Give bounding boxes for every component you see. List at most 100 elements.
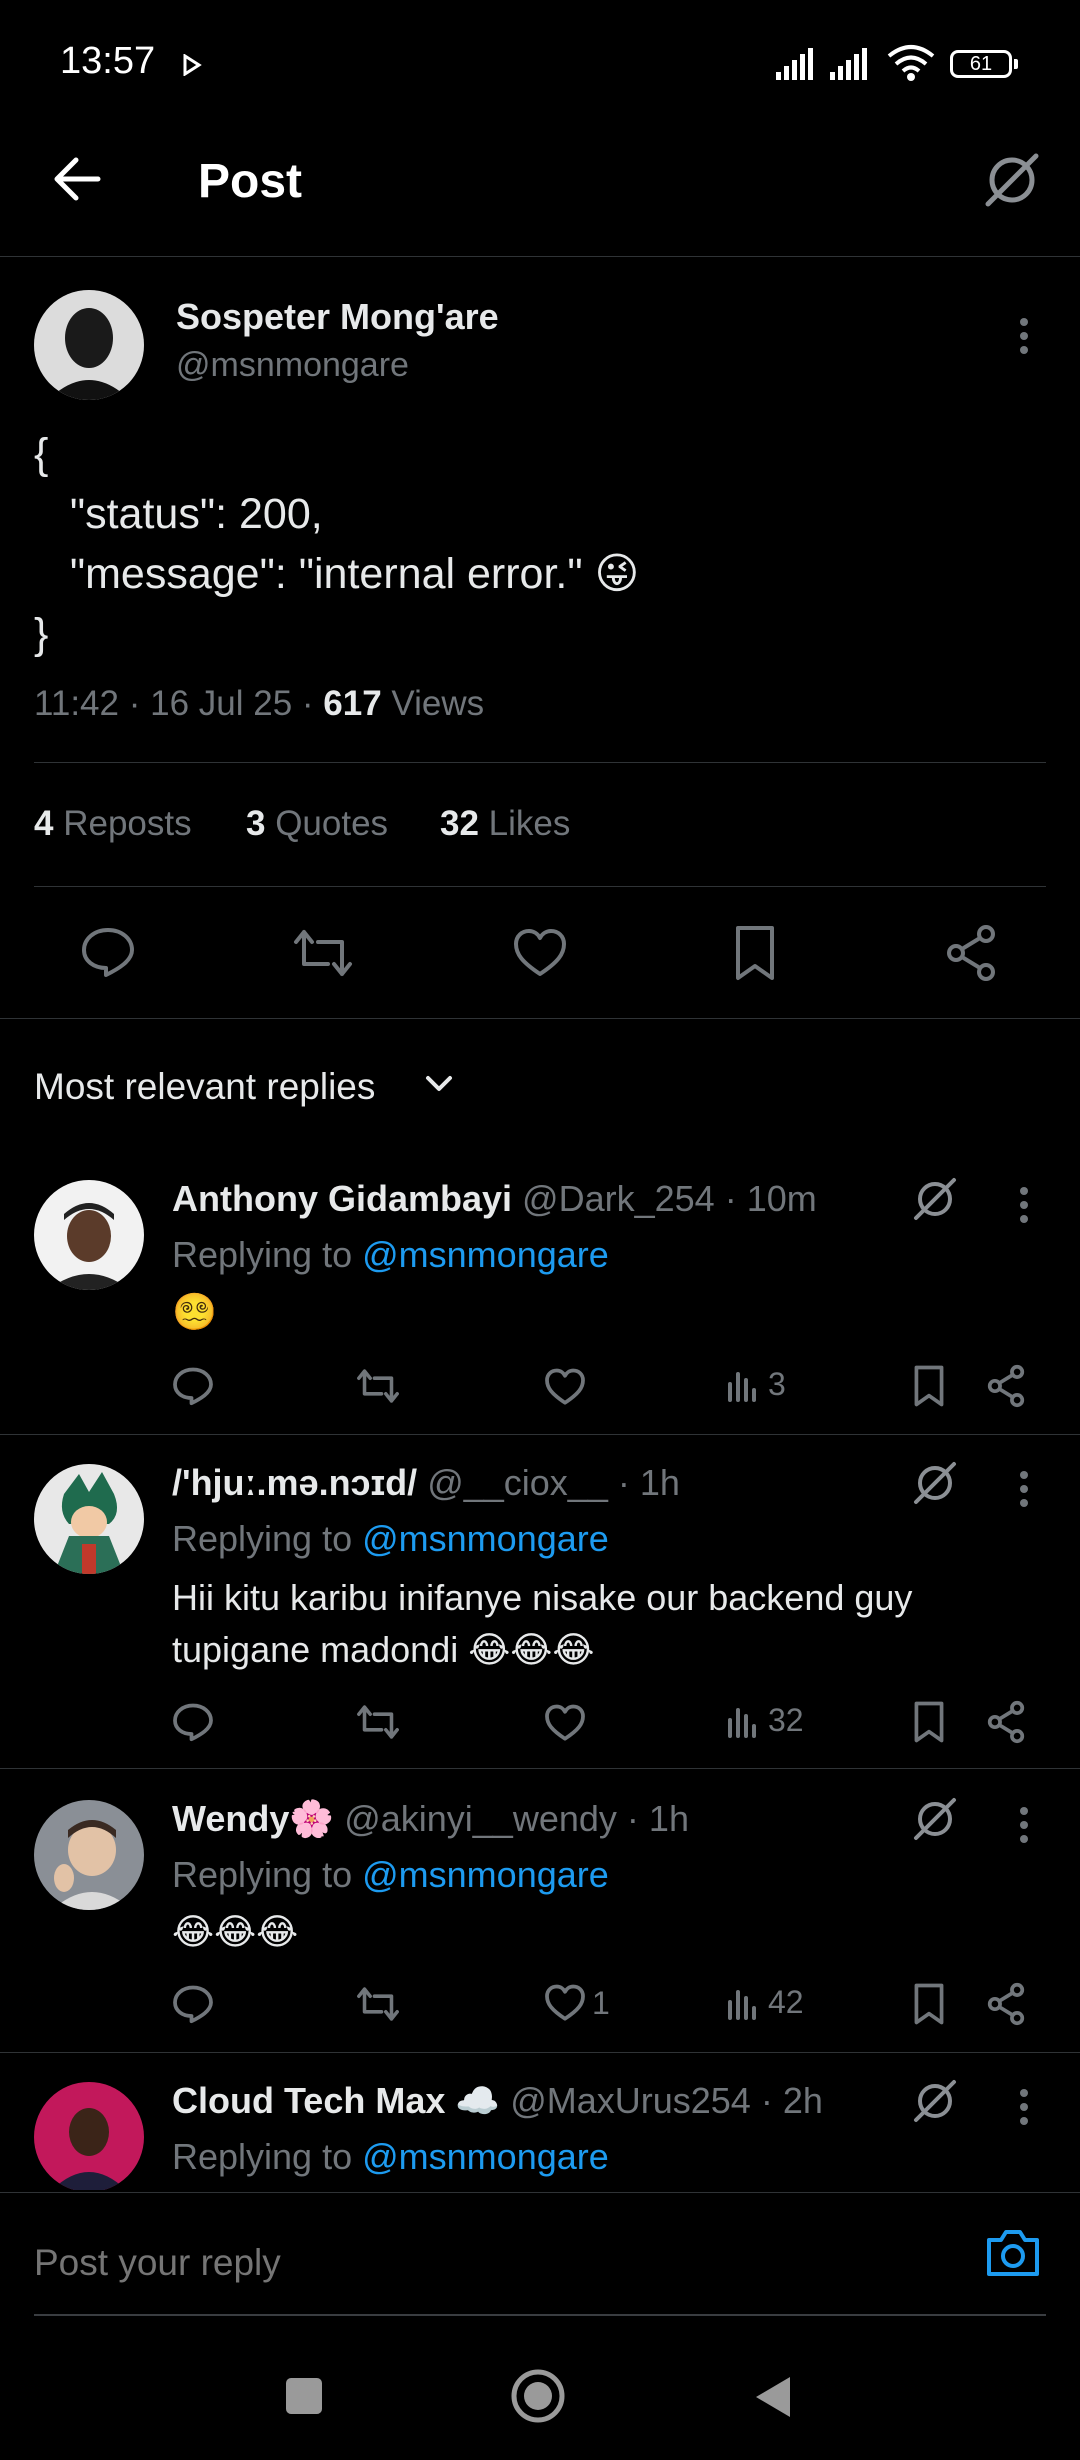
- post-text: { "status": 200, "message": "internal er…: [34, 430, 640, 658]
- grok-icon[interactable]: [912, 1176, 958, 1222]
- reply-author-handle[interactable]: @Dark_254: [522, 1178, 715, 1219]
- reply-header: Cloud Tech Max ☁️ @MaxUrus254 · 2h: [172, 2080, 823, 2121]
- share-icon[interactable]: [986, 1982, 1026, 2026]
- like-icon[interactable]: [512, 928, 568, 978]
- reply-author-name[interactable]: /'hjuː.mə.nɔɪd/: [172, 1462, 417, 1503]
- more-options-icon[interactable]: [1018, 1186, 1030, 1224]
- status-time: 13:57: [60, 40, 156, 82]
- composer-top-divider: [0, 2192, 1080, 2193]
- repost-icon[interactable]: [292, 928, 354, 978]
- reply-avatar[interactable]: [34, 1800, 144, 1910]
- more-options-icon[interactable]: [1018, 2088, 1030, 2126]
- bookmark-icon[interactable]: [912, 1982, 946, 2026]
- views-stat[interactable]: 32: [726, 1702, 804, 1739]
- recents-button[interactable]: [284, 2376, 324, 2416]
- reply-item[interactable]: Cloud Tech Max ☁️ @MaxUrus254 · 2h Reply…: [0, 2070, 1080, 2190]
- reply-item[interactable]: Anthony Gidambayi @Dark_254 · 10m Replyi…: [0, 1168, 1080, 1434]
- like-icon: [544, 1984, 586, 2022]
- camera-icon[interactable]: [984, 2228, 1042, 2278]
- replying-to-link[interactable]: @msnmongare: [362, 2136, 609, 2177]
- grok-icon[interactable]: [912, 2078, 958, 2124]
- reply-time[interactable]: 2h: [783, 2080, 823, 2121]
- like-icon[interactable]: [544, 1368, 586, 1406]
- bookmark-icon[interactable]: [912, 1364, 946, 1408]
- reply-author-name[interactable]: Cloud Tech Max ☁️: [172, 2080, 500, 2121]
- author-name[interactable]: Sospeter Mong'are: [176, 296, 499, 338]
- post-date[interactable]: 16 Jul 25: [150, 684, 292, 723]
- replying-to: Replying to @msnmongare: [172, 1234, 609, 1276]
- share-icon[interactable]: [944, 924, 998, 982]
- home-button[interactable]: [510, 2368, 566, 2424]
- like-icon[interactable]: [544, 1704, 586, 1742]
- more-options-icon[interactable]: [1018, 316, 1030, 356]
- repost-icon[interactable]: [356, 1986, 400, 2022]
- reply-avatar[interactable]: [34, 1180, 144, 1290]
- views-count: 3: [768, 1366, 786, 1402]
- likes-stat[interactable]: 32 Likes: [440, 804, 570, 844]
- share-icon[interactable]: [986, 1700, 1026, 1744]
- replying-to-link[interactable]: @msnmongare: [362, 1854, 609, 1895]
- quotes-count: 3: [246, 804, 266, 843]
- replies-sort-dropdown[interactable]: Most relevant replies: [34, 1066, 375, 1108]
- reply-icon[interactable]: [80, 926, 136, 978]
- reply-author-name[interactable]: Anthony Gidambayi: [172, 1178, 512, 1219]
- reply-icon[interactable]: [172, 1702, 214, 1742]
- reply-avatar[interactable]: [34, 2082, 144, 2190]
- grok-icon[interactable]: [912, 1796, 958, 1842]
- reply-author-name[interactable]: Wendy🌸: [172, 1798, 334, 1839]
- bookmark-icon[interactable]: [912, 1700, 946, 1744]
- post-meta: 11:42 · 16 Jul 25 · 617 Views: [34, 684, 485, 723]
- reply-author-handle[interactable]: @__ciox__: [427, 1462, 608, 1503]
- bookmark-icon[interactable]: [732, 924, 778, 982]
- views-stat[interactable]: 42: [726, 1984, 804, 2021]
- reply-text: Hii kitu karibu inifanye nisake our back…: [172, 1577, 913, 1670]
- signal-icon-2: [830, 48, 876, 80]
- header-divider: [0, 256, 1080, 257]
- share-icon[interactable]: [986, 1364, 1026, 1408]
- actions-divider: [0, 1018, 1080, 1019]
- replying-to-link[interactable]: @msnmongare: [362, 1234, 609, 1275]
- more-options-icon[interactable]: [1018, 1806, 1030, 1844]
- reply-text: 😵‍💫: [172, 1291, 217, 1332]
- like-stat[interactable]: 1: [544, 1984, 610, 2022]
- reply-author-handle[interactable]: @MaxUrus254: [510, 2080, 751, 2121]
- more-options-icon[interactable]: [1018, 1470, 1030, 1508]
- reply-icon[interactable]: [172, 1984, 214, 2024]
- reposts-stat[interactable]: 4 Reposts: [34, 804, 192, 844]
- grok-icon[interactable]: [912, 1460, 958, 1506]
- reply-item[interactable]: /'hjuː.mə.nɔɪd/ @__ciox__ · 1h Replying …: [0, 1452, 1080, 1768]
- reply-icon[interactable]: [172, 1366, 214, 1406]
- views-count: 42: [768, 1984, 804, 2020]
- replying-prefix: Replying to: [172, 1518, 353, 1559]
- page-title: Post: [198, 155, 303, 208]
- replying-prefix: Replying to: [172, 2136, 353, 2177]
- reply-author-handle[interactable]: @akinyi__wendy: [344, 1798, 617, 1839]
- reply-divider: [0, 2052, 1080, 2053]
- repost-icon[interactable]: [356, 1704, 400, 1740]
- reply-input[interactable]: [34, 2242, 934, 2284]
- repost-icon[interactable]: [356, 1368, 400, 1404]
- stats-divider: [34, 886, 1046, 887]
- reply-time[interactable]: 1h: [640, 1462, 680, 1503]
- reply-time[interactable]: 10m: [747, 1178, 817, 1219]
- views-stat[interactable]: 3: [726, 1366, 786, 1403]
- quotes-stat[interactable]: 3 Quotes: [246, 804, 388, 844]
- post-time[interactable]: 11:42: [34, 684, 119, 723]
- chevron-down-icon[interactable]: [424, 1074, 454, 1094]
- wifi-icon: [886, 44, 936, 82]
- views-icon: [726, 1704, 760, 1738]
- back-arrow-icon[interactable]: [52, 156, 102, 202]
- reposts-count: 4: [34, 804, 54, 843]
- views-icon: [726, 1368, 760, 1402]
- reply-header: Wendy🌸 @akinyi__wendy · 1h: [172, 1798, 689, 1839]
- author-handle[interactable]: @msnmongare: [176, 346, 409, 385]
- reply-avatar[interactable]: [34, 1464, 144, 1574]
- grok-icon[interactable]: [982, 150, 1042, 210]
- likes-count: 1: [592, 1984, 610, 2021]
- replying-to-link[interactable]: @msnmongare: [362, 1518, 609, 1559]
- reply-time[interactable]: 1h: [649, 1798, 689, 1839]
- views-icon: [726, 1986, 760, 2020]
- back-button[interactable]: [752, 2374, 794, 2420]
- reply-item[interactable]: Wendy🌸 @akinyi__wendy · 1h Replying to @…: [0, 1788, 1080, 2054]
- author-avatar[interactable]: [34, 290, 144, 400]
